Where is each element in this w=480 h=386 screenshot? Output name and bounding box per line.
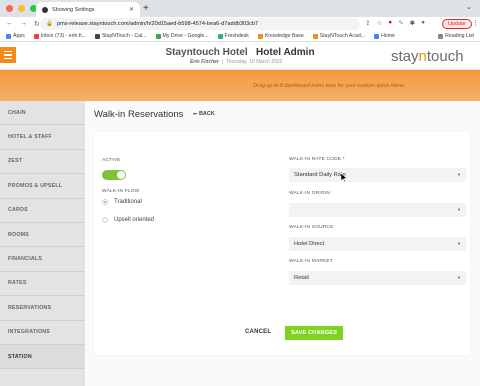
puzzle-icon[interactable]: ✱ — [410, 19, 415, 27]
minimize-window-icon[interactable] — [18, 5, 25, 12]
rate-code-label: WALK-IN RATE CODE * — [289, 157, 345, 162]
sidebar-item-reservations[interactable]: RESERVATIONS — [0, 296, 85, 321]
source-label: WALK-IN SOURCE — [289, 225, 334, 230]
current-date: Thursday, 10 March 2022 — [225, 59, 283, 65]
admin-sidebar: CHAIN HOTEL & STAFF ZEST PROMOS & UPSELL… — [0, 101, 85, 386]
bookmark-item[interactable]: StayNTouch Acad... — [312, 33, 365, 39]
hotel-name: Stayntouch Hotel — [165, 47, 248, 58]
rate-code-select[interactable]: Standard Daily Rate ▼ — [289, 168, 466, 182]
url-text: pms-release.stayntouch.com/admin/h/20d15… — [56, 21, 259, 27]
sidebar-item-cards[interactable]: CARDS — [0, 199, 85, 223]
bookmark-item[interactable]: My Drive - Google... — [155, 33, 209, 39]
caret-down-icon: ▼ — [457, 172, 461, 177]
flow-traditional-radio[interactable] — [102, 199, 108, 205]
bookmark-item[interactable]: Home — [374, 33, 395, 39]
tab-close-icon[interactable]: ✕ — [129, 6, 134, 13]
cancel-button[interactable]: CANCEL — [245, 329, 271, 335]
extension-icon[interactable]: ✎ — [398, 19, 403, 27]
extension-icon[interactable]: ● — [388, 19, 392, 27]
new-tab-icon[interactable]: + — [143, 3, 149, 14]
user-name: Erin Fischer — [190, 59, 219, 65]
sidebar-item-rates[interactable]: RATES — [0, 272, 85, 297]
share-icon[interactable]: ⇪ — [365, 19, 370, 27]
caret-down-icon: ▼ — [457, 241, 461, 246]
save-changes-button[interactable]: SAVE CHANGES — [285, 326, 343, 340]
section-name: Hotel Admin — [256, 47, 315, 58]
browser-menu-icon[interactable]: ⋮ — [472, 19, 479, 27]
page-title: Walk-in Reservations — [94, 109, 184, 120]
origin-label: WALK-IN ORIGIN — [289, 191, 330, 196]
reload-icon[interactable]: ↻ — [34, 20, 40, 28]
tab-search-icon[interactable]: ⌄ — [466, 3, 472, 11]
forward-nav-icon[interactable]: → — [20, 20, 27, 28]
profile-avatar[interactable]: ● — [421, 19, 425, 27]
active-toggle[interactable] — [102, 170, 126, 180]
dropzone-hint: Drag up to 8 dashboard icons here for yo… — [253, 82, 404, 89]
walkin-flow-label: WALK-IN FLOW — [102, 189, 140, 194]
sidebar-item-integrations[interactable]: INTEGRATIONS — [0, 321, 85, 345]
bookmarks-bar: Apps Inbox (73) - erin.fi... StayNTouch … — [0, 31, 480, 42]
main-content: Walk-in Reservations ⭠ BACK ACTIVE WALK-… — [85, 101, 480, 386]
origin-select[interactable]: ▼ — [289, 203, 466, 217]
mouse-cursor-icon — [341, 173, 348, 182]
quick-menu-dropzone[interactable]: Drag up to 8 dashboard icons here for yo… — [0, 70, 480, 101]
caret-down-icon: ▼ — [457, 207, 461, 212]
walkin-settings-form: ACTIVE WALK-IN FLOW Traditional Upsell o… — [94, 132, 470, 355]
url-field[interactable]: 🔒 pms-release.stayntouch.com/admin/h/20d… — [40, 18, 360, 30]
bookmark-item[interactable]: Apps — [6, 33, 25, 39]
flow-upsell-radio[interactable] — [102, 217, 108, 223]
bookmark-star-icon[interactable]: ☆ — [376, 19, 382, 27]
sidebar-item-zest[interactable]: ZEST — [0, 150, 85, 175]
source-select[interactable]: Hotel Direct ▼ — [289, 237, 466, 251]
lock-icon: 🔒 — [46, 21, 53, 27]
browser-tab[interactable]: Showing Settings ✕ — [36, 2, 140, 17]
market-select[interactable]: Retail ▼ — [289, 271, 466, 285]
market-label: WALK-IN MARKET — [289, 259, 333, 264]
tab-favicon-icon — [42, 6, 48, 13]
sidebar-item-station[interactable]: STATION — [0, 344, 85, 370]
bookmark-item[interactable]: Knowledge Base — [257, 33, 304, 39]
window-controls — [6, 5, 37, 12]
flow-traditional-label: Traditional — [114, 199, 142, 205]
arrow-left-icon: ⭠ — [193, 111, 198, 117]
back-button[interactable]: ⭠ BACK — [193, 111, 215, 118]
reading-list[interactable]: Reading List — [438, 33, 474, 39]
app-header: Stayntouch Hotel Hotel Admin Erin Fische… — [0, 42, 480, 70]
sidebar-item-financials[interactable]: FINANCIALS — [0, 247, 85, 272]
bookmark-item[interactable]: Inbox (73) - erin.fi... — [33, 33, 86, 39]
active-label: ACTIVE — [102, 158, 121, 163]
sidebar-item-chain[interactable]: CHAIN — [0, 101, 85, 126]
back-nav-icon[interactable]: ← — [6, 20, 13, 28]
bookmark-item[interactable]: StayNTouch - Cal... — [94, 33, 147, 39]
user-date-line: Erin Fischer | Thursday, 10 March 2022 — [190, 59, 283, 65]
sidebar-item-rooms[interactable]: ROOMS — [0, 223, 85, 248]
sidebar-item-promos-upsell[interactable]: PROMOS & UPSELL — [0, 174, 85, 199]
tab-title: Showing Settings — [52, 6, 95, 13]
close-window-icon[interactable] — [6, 5, 13, 12]
update-button[interactable]: Update — [442, 19, 472, 29]
stayntouch-logo: stayntouch — [391, 48, 464, 65]
browser-tab-bar: Showing Settings ✕ + ⌄ — [0, 0, 480, 17]
caret-down-icon: ▼ — [457, 275, 461, 280]
bookmark-item[interactable]: Freshdesk — [217, 33, 249, 39]
flow-upsell-label: Upsell oriented — [114, 217, 155, 223]
sidebar-item-hotel-staff[interactable]: HOTEL & STAFF — [0, 125, 85, 150]
address-bar-row: ← → ↻ 🔒 pms-release.stayntouch.com/admin… — [0, 17, 480, 31]
